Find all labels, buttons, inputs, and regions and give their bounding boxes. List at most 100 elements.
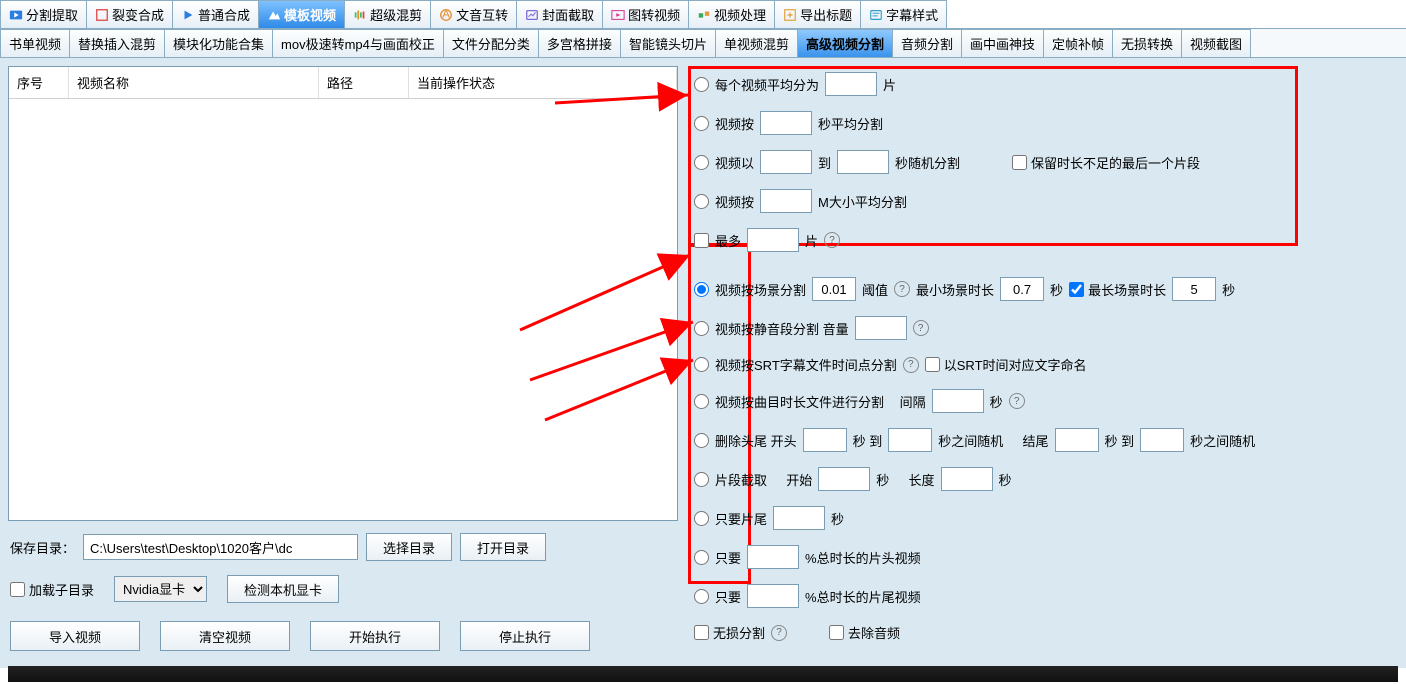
- bottom-checks: 无损分割 ? 去除音频: [694, 623, 1255, 642]
- tab-fission-compose[interactable]: 裂变合成: [86, 0, 173, 28]
- stop-button[interactable]: 停止执行: [460, 621, 590, 651]
- svg-text:A: A: [442, 8, 450, 20]
- mb-input[interactable]: [760, 189, 812, 213]
- info-icon[interactable]: ?: [824, 232, 840, 248]
- opt-srt-split[interactable]: 视频按SRT字幕文件时间点分割 ? 以SRT时间对应文字命名: [694, 355, 1255, 374]
- tab-text-audio[interactable]: A文音互转: [430, 0, 517, 28]
- opt-only-head-percent[interactable]: 只要 %总时长的片头视频: [694, 545, 1255, 569]
- subtab-smart-slice[interactable]: 智能镜头切片: [620, 29, 716, 57]
- head-to-input[interactable]: [888, 428, 932, 452]
- keep-last-piece-checkbox[interactable]: 保留时长不足的最后一个片段: [1012, 153, 1200, 172]
- start-button[interactable]: 开始执行: [310, 621, 440, 651]
- save-dir-input[interactable]: [83, 534, 358, 560]
- avg-sec-input[interactable]: [760, 111, 812, 135]
- rand-from-input[interactable]: [760, 150, 812, 174]
- subtab-frame-interp[interactable]: 定帧补帧: [1043, 29, 1113, 57]
- tail-pct-input[interactable]: [747, 584, 799, 608]
- col-path: 路径: [319, 67, 409, 98]
- opt-size-mb[interactable]: 视频按 M大小平均分割: [694, 189, 1255, 213]
- tab-label: 视频处理: [714, 5, 766, 24]
- gpu-select[interactable]: Nvidia显卡: [114, 576, 207, 602]
- table-header: 序号 视频名称 路径 当前操作状态: [9, 67, 677, 99]
- subtab-pip[interactable]: 画中画神技: [961, 29, 1044, 57]
- tab-video-process[interactable]: 视频处理: [688, 0, 775, 28]
- max-scene-checkbox[interactable]: 最长场景时长: [1069, 280, 1166, 299]
- tab-subtitle-style[interactable]: 字幕样式: [860, 0, 947, 28]
- right-panel: 每个视频平均分为 片 视频按 秒平均分割 视频以 到 秒随机分割 保留时长不足的…: [688, 66, 1398, 660]
- opt-only-tail-percent[interactable]: 只要 %总时长的片尾视频: [694, 584, 1255, 608]
- tab-label: 模板视频: [284, 5, 336, 24]
- tab-label: 封面截取: [542, 5, 594, 24]
- subtab-advanced-split[interactable]: 高级视频分割: [797, 29, 893, 57]
- tab-export-title[interactable]: 导出标题: [774, 0, 861, 28]
- info-icon[interactable]: ?: [1009, 393, 1025, 409]
- subtab-single-mix[interactable]: 单视频混剪: [715, 29, 798, 57]
- interval-input[interactable]: [932, 389, 984, 413]
- subtab-book-video[interactable]: 书单视频: [0, 29, 70, 57]
- tab-label: 图转视频: [628, 5, 680, 24]
- subtab-audio-split[interactable]: 音频分割: [892, 29, 962, 57]
- opt-random-seconds[interactable]: 视频以 到 秒随机分割 保留时长不足的最后一个片段: [694, 150, 1255, 174]
- tail-from-input[interactable]: [1055, 428, 1099, 452]
- tab-label: 分割提取: [26, 5, 78, 24]
- opt-scene-split[interactable]: 视频按场景分割 阈值 ? 最小场景时长 秒 最长场景时长 秒: [694, 277, 1255, 301]
- head-pct-input[interactable]: [747, 545, 799, 569]
- subtab-mov-mp4[interactable]: mov极速转mp4与画面校正: [272, 29, 444, 57]
- seg-len-input[interactable]: [941, 467, 993, 491]
- import-button[interactable]: 导入视频: [10, 621, 140, 651]
- tab-template-video[interactable]: 模板视频: [258, 0, 345, 28]
- tab-split-extract[interactable]: 分割提取: [0, 0, 87, 28]
- tab-label: 普通合成: [198, 5, 250, 24]
- opt-trim-head-tail[interactable]: 删除头尾 开头 秒 到 秒之间随机 结尾 秒 到 秒之间随机: [694, 428, 1255, 452]
- load-subdir-checkbox[interactable]: 加载子目录: [10, 580, 94, 599]
- seg-start-input[interactable]: [818, 467, 870, 491]
- col-status: 当前操作状态: [409, 67, 677, 98]
- info-icon[interactable]: ?: [913, 320, 929, 336]
- tail-to-input[interactable]: [1140, 428, 1184, 452]
- rand-to-input[interactable]: [837, 150, 889, 174]
- detect-gpu-button[interactable]: 检测本机显卡: [227, 575, 339, 603]
- info-icon[interactable]: ?: [894, 281, 910, 297]
- remove-audio-checkbox[interactable]: 去除音频: [829, 623, 900, 642]
- avg-pieces-input[interactable]: [825, 72, 877, 96]
- info-icon[interactable]: ?: [771, 625, 787, 641]
- split-options: 每个视频平均分为 片 视频按 秒平均分割 视频以 到 秒随机分割 保留时长不足的…: [694, 72, 1255, 642]
- subtab-lossless-convert[interactable]: 无损转换: [1112, 29, 1182, 57]
- video-table[interactable]: 序号 视频名称 路径 当前操作状态: [8, 66, 678, 521]
- opt-segment-cut[interactable]: 片段截取 开始 秒 长度 秒: [694, 467, 1255, 491]
- opt-only-tail[interactable]: 只要片尾 秒: [694, 506, 1255, 530]
- tab-super-clip[interactable]: 超级混剪: [344, 0, 431, 28]
- lossless-checkbox[interactable]: 无损分割: [694, 623, 765, 642]
- clear-button[interactable]: 清空视频: [160, 621, 290, 651]
- col-name: 视频名称: [69, 67, 319, 98]
- tab-cover-crop[interactable]: 封面截取: [516, 0, 603, 28]
- tab-image-to-video[interactable]: 图转视频: [602, 0, 689, 28]
- opt-track-split[interactable]: 视频按曲目时长文件进行分割 间隔 秒 ?: [694, 389, 1255, 413]
- only-tail-input[interactable]: [773, 506, 825, 530]
- sub-tab-strip: 书单视频 替换插入混剪 模块化功能合集 mov极速转mp4与画面校正 文件分配分…: [0, 29, 1406, 58]
- tab-label: 导出标题: [800, 5, 852, 24]
- subtab-replace-insert[interactable]: 替换插入混剪: [69, 29, 165, 57]
- opt-avg-seconds[interactable]: 视频按 秒平均分割: [694, 111, 1255, 135]
- max-scene-input[interactable]: [1172, 277, 1216, 301]
- max-pieces-input[interactable]: [747, 228, 799, 252]
- browse-button[interactable]: 选择目录: [366, 533, 452, 561]
- subtab-grid-stitch[interactable]: 多宫格拼接: [538, 29, 621, 57]
- tab-normal-compose[interactable]: 普通合成: [172, 0, 259, 28]
- srt-naming-checkbox[interactable]: 以SRT时间对应文字命名: [925, 355, 1087, 374]
- action-row: 导入视频 清空视频 开始执行 停止执行: [8, 613, 678, 659]
- scene-threshold-input[interactable]: [812, 277, 856, 301]
- subtab-file-classify[interactable]: 文件分配分类: [443, 29, 539, 57]
- subtab-module-collection[interactable]: 模块化功能合集: [164, 29, 273, 57]
- head-from-input[interactable]: [803, 428, 847, 452]
- tab-label: 裂变合成: [112, 5, 164, 24]
- option-row: 加载子目录 Nvidia显卡 检测本机显卡: [8, 573, 678, 605]
- info-icon[interactable]: ?: [903, 357, 919, 373]
- opt-max-pieces[interactable]: 最多 片 ?: [694, 228, 1255, 252]
- subtab-screenshot[interactable]: 视频截图: [1181, 29, 1251, 57]
- min-scene-input[interactable]: [1000, 277, 1044, 301]
- opt-silence-split[interactable]: 视频按静音段分割 音量 ?: [694, 316, 1255, 340]
- open-dir-button[interactable]: 打开目录: [460, 533, 546, 561]
- opt-avg-pieces[interactable]: 每个视频平均分为 片: [694, 72, 1255, 96]
- volume-input[interactable]: [855, 316, 907, 340]
